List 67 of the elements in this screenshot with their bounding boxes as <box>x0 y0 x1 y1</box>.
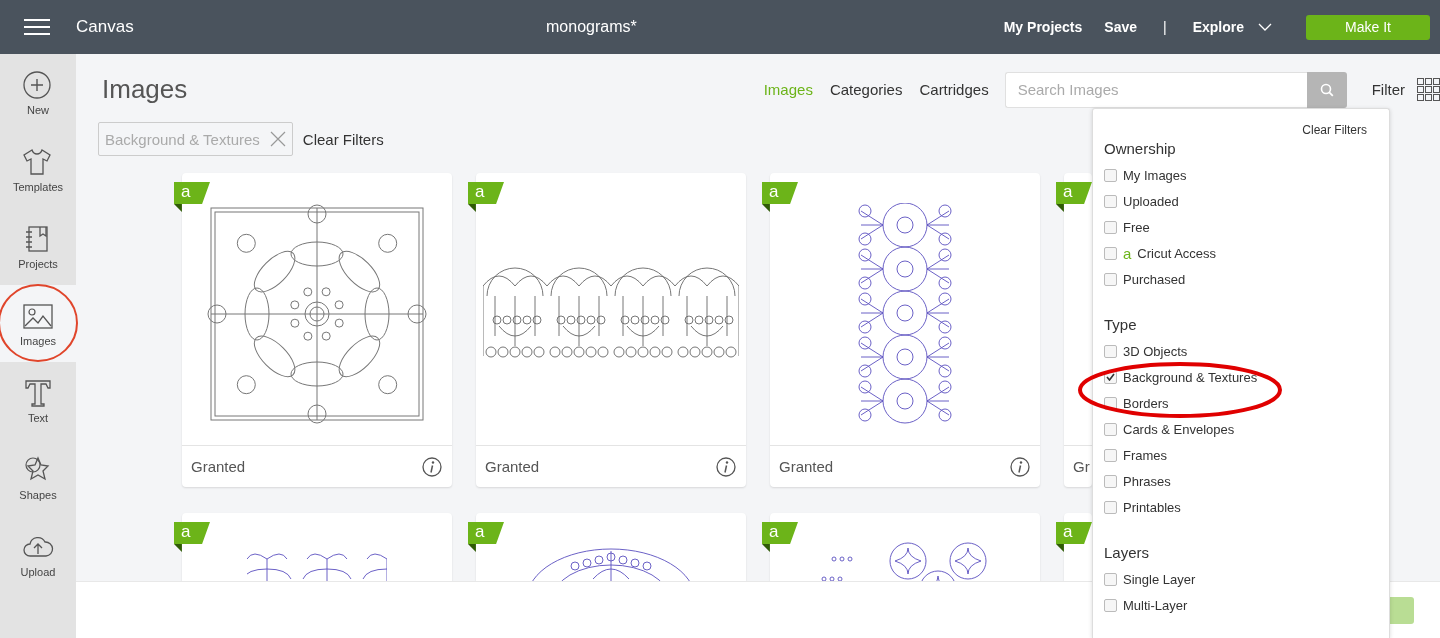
sidebar-item[interactable]: Projects <box>0 208 76 285</box>
app-title: Canvas <box>76 17 134 37</box>
checkbox[interactable] <box>1104 246 1117 260</box>
checkbox-label: Printables <box>1123 499 1181 515</box>
image-title: Granted <box>779 458 834 475</box>
image-title: Granted <box>191 458 246 475</box>
chevron-down-icon <box>1258 23 1272 31</box>
image-title: Gr <box>1073 458 1090 475</box>
checkbox[interactable] <box>1104 194 1117 208</box>
checkbox-label: Multi-Layer <box>1123 597 1188 613</box>
plus-icon <box>22 69 54 100</box>
checkbox[interactable] <box>1104 500 1117 514</box>
checkbox-label: Background & Textures <box>1123 369 1258 385</box>
sidebar-item[interactable]: Images <box>0 285 76 362</box>
checkbox-label: My Images <box>1123 167 1187 183</box>
checkbox[interactable] <box>1104 572 1117 586</box>
nav-link[interactable]: Save <box>1104 19 1137 35</box>
checkbox-label: Single Layer <box>1123 571 1196 587</box>
letter-icon <box>22 377 54 408</box>
search-button[interactable] <box>1306 71 1347 108</box>
search-field[interactable]: Search Images <box>1004 71 1307 108</box>
nav-link[interactable]: My Projects <box>1003 19 1083 35</box>
info-icon[interactable] <box>422 456 442 477</box>
checkbox[interactable] <box>1104 474 1117 488</box>
checkbox[interactable] <box>1104 344 1117 358</box>
tab[interactable]: Cartridges <box>919 81 989 98</box>
clear-filters-link[interactable]: Clear Filters <box>1104 122 1367 138</box>
menu-icon[interactable] <box>24 18 50 36</box>
checkbox-label: 3D Objects <box>1123 343 1188 359</box>
checkbox-label: Free <box>1123 219 1150 235</box>
checkbox[interactable] <box>1104 220 1117 234</box>
search-icon <box>1319 82 1334 97</box>
checkbox-label: Frames <box>1123 447 1168 463</box>
action-button[interactable] <box>1390 596 1414 624</box>
checkmark-icon <box>1106 373 1115 381</box>
sidebar-item[interactable]: Templates <box>0 131 76 208</box>
sidebar-item[interactable]: New <box>0 54 76 131</box>
filter-button[interactable]: Filter <box>1371 81 1405 98</box>
separator: | <box>1163 19 1167 35</box>
info-icon[interactable] <box>716 456 736 477</box>
explore-menu[interactable]: Explore <box>1192 19 1272 35</box>
image-title: Granted <box>485 458 540 475</box>
checkbox[interactable] <box>1104 168 1117 182</box>
checkbox[interactable] <box>1104 598 1117 612</box>
checkbox-label: Cards & Envelopes <box>1123 421 1235 437</box>
sidebar-item[interactable]: Shapes <box>0 439 76 516</box>
checkbox-label: Phrases <box>1123 473 1171 489</box>
page-title: Images <box>102 74 188 105</box>
checkbox[interactable] <box>1104 448 1117 462</box>
checkbox[interactable] <box>1104 272 1117 286</box>
checkbox-label: Purchased <box>1123 271 1186 287</box>
checkbox-label: Uploaded <box>1123 193 1179 209</box>
grid-view-icon[interactable] <box>1417 78 1440 101</box>
checkbox[interactable] <box>1104 422 1117 436</box>
section-heading: Ownership <box>1104 139 1176 159</box>
tab[interactable]: Categories <box>829 81 903 98</box>
close-icon <box>269 131 286 147</box>
section-heading: Layers <box>1104 543 1150 563</box>
section-heading: Type <box>1104 315 1137 335</box>
checkbox-label: Cricut Access <box>1137 245 1217 261</box>
access-label: a <box>1123 244 1132 262</box>
project-title: monograms* <box>546 18 638 36</box>
info-icon[interactable] <box>1010 456 1030 477</box>
sidebar-item[interactable]: Upload <box>0 516 76 593</box>
sidebar-item[interactable]: Text <box>0 362 76 439</box>
clear-filters-link[interactable]: Clear Filters <box>302 130 384 148</box>
checkbox-label: Borders <box>1123 395 1169 411</box>
